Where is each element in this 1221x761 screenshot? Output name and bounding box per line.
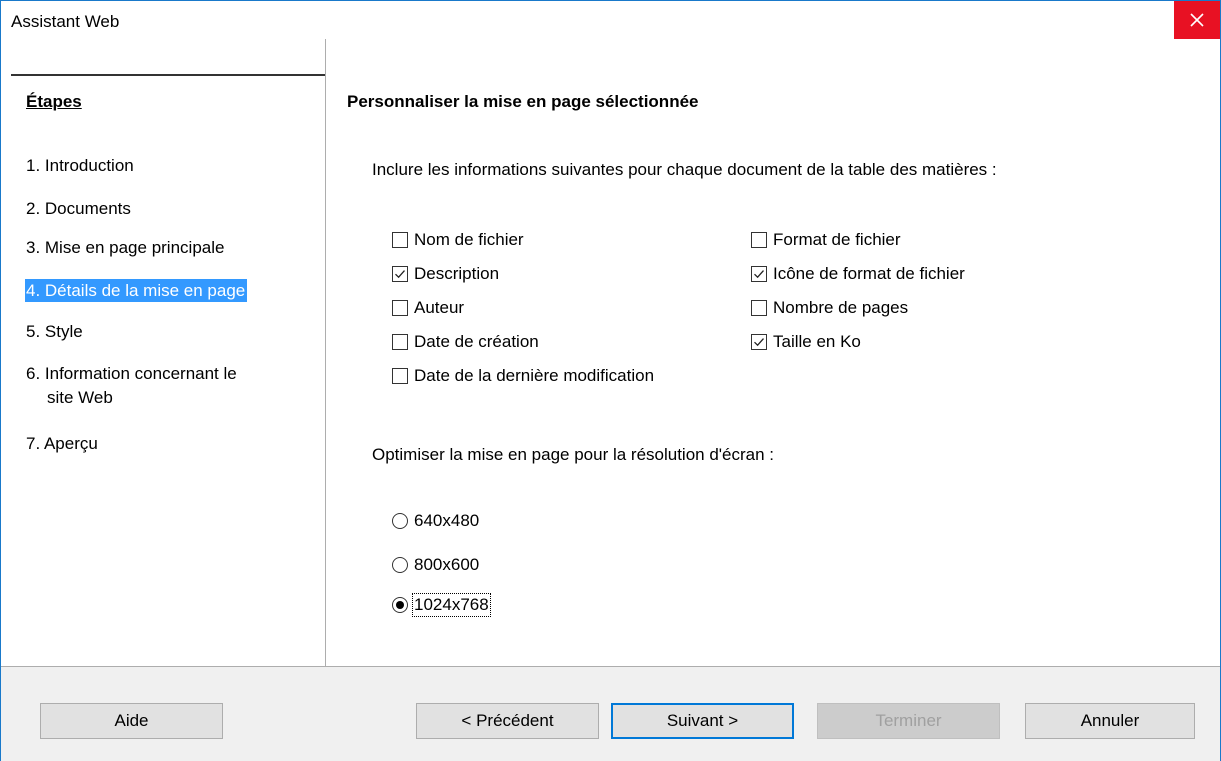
checkbox-box[interactable] <box>751 300 767 316</box>
checkbox-label: Date de la dernière modification <box>414 366 655 385</box>
checkbox-author[interactable]: Auteur <box>392 298 464 318</box>
radio-1024x768[interactable]: 1024x768 <box>392 593 491 617</box>
checkbox-label: Auteur <box>414 298 465 317</box>
optimize-resolution-label: Optimiser la mise en page pour la résolu… <box>372 445 775 464</box>
previous-button[interactable]: < Précédent <box>416 703 599 739</box>
radio-circle[interactable] <box>392 557 408 573</box>
next-button[interactable]: Suivant > <box>611 703 794 739</box>
checkbox-label: Nombre de pages <box>773 298 909 317</box>
checkbox-creation-date[interactable]: Date de création <box>392 332 539 352</box>
radio-label: 640x480 <box>414 511 480 530</box>
dialog-window: Assistant Web Étapes 1. Introduction 2. … <box>0 0 1221 761</box>
finish-button[interactable]: Terminer <box>817 703 1000 739</box>
main-content: Personnaliser la mise en page sélectionn… <box>326 39 1220 666</box>
sidebar-divider <box>11 74 325 76</box>
checkbox-label: Icône de format de fichier <box>773 264 965 283</box>
checkbox-label: Taille en Ko <box>773 332 861 351</box>
checkbox-file-format[interactable]: Format de fichier <box>751 230 901 250</box>
step-documents[interactable]: 2. Documents <box>26 197 131 220</box>
checkbox-page-count[interactable]: Nombre de pages <box>751 298 908 318</box>
close-button[interactable] <box>1174 1 1220 39</box>
close-icon <box>1190 13 1204 27</box>
checkbox-file-format-icon[interactable]: Icône de format de fichier <box>751 264 965 284</box>
checkbox-description[interactable]: Description <box>392 264 499 284</box>
radio-label: 800x600 <box>414 555 480 574</box>
radio-circle[interactable] <box>392 597 408 613</box>
window-title: Assistant Web <box>11 12 120 31</box>
checkbox-label: Description <box>414 264 500 283</box>
checkbox-box[interactable] <box>392 300 408 316</box>
steps-sidebar: Étapes 1. Introduction 2. Documents 3. M… <box>1 39 326 666</box>
step-preview[interactable]: 7. Aperçu <box>26 432 98 455</box>
button-bar: Aide < Précédent Suivant > Terminer Annu… <box>1 666 1220 761</box>
cancel-button[interactable]: Annuler <box>1025 703 1195 739</box>
checkbox-box[interactable] <box>392 232 408 248</box>
steps-heading: Étapes <box>26 92 82 111</box>
step-layout-details[interactable]: 4. Détails de la mise en page <box>25 279 248 302</box>
checkbox-box[interactable] <box>751 334 767 350</box>
include-info-label: Inclure les informations suivantes pour … <box>372 160 997 179</box>
checkbox-box[interactable] <box>751 232 767 248</box>
checkmark-icon <box>754 270 764 279</box>
checkmark-icon <box>395 270 405 279</box>
title-bar: Assistant Web <box>1 1 1220 39</box>
checkbox-label: Date de création <box>414 332 539 351</box>
checkbox-label: Nom de fichier <box>414 230 524 249</box>
radio-label: 1024x768 <box>412 593 491 617</box>
radio-800x600[interactable]: 800x600 <box>392 555 479 575</box>
step-site-information[interactable]: 6. Information concernant le <box>26 362 237 385</box>
checkbox-label: Format de fichier <box>773 230 901 249</box>
radio-circle[interactable] <box>392 513 408 529</box>
checkbox-box[interactable] <box>392 266 408 282</box>
checkbox-size-kb[interactable]: Taille en Ko <box>751 332 861 352</box>
checkbox-box[interactable] <box>392 334 408 350</box>
help-button[interactable]: Aide <box>40 703 223 739</box>
step-style[interactable]: 5. Style <box>26 320 83 343</box>
checkmark-icon <box>754 338 764 347</box>
checkbox-box[interactable] <box>751 266 767 282</box>
step-introduction[interactable]: 1. Introduction <box>26 154 134 177</box>
checkbox-last-modified[interactable]: Date de la dernière modification <box>392 366 654 386</box>
radio-640x480[interactable]: 640x480 <box>392 511 479 531</box>
step-site-information-line2[interactable]: site Web <box>47 386 113 409</box>
checkbox-box[interactable] <box>392 368 408 384</box>
section-title: Personnaliser la mise en page sélectionn… <box>347 92 699 111</box>
radio-selected-dot <box>396 601 404 609</box>
checkbox-filename[interactable]: Nom de fichier <box>392 230 524 250</box>
step-main-layout[interactable]: 3. Mise en page principale <box>26 236 224 259</box>
